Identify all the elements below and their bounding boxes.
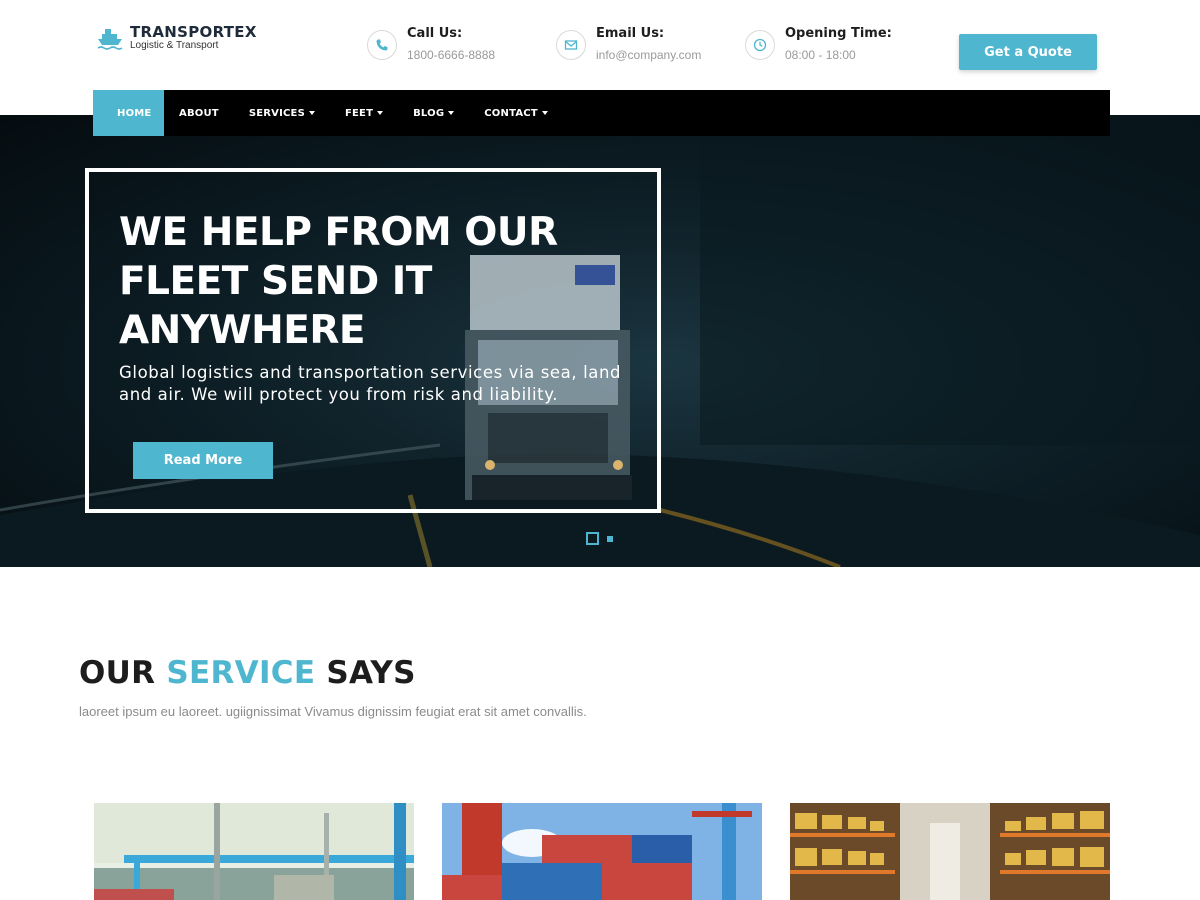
service-card-warehouse[interactable]: [790, 803, 1110, 900]
hero-description: Global logistics and transportation serv…: [119, 363, 622, 404]
nav-label: ABOUT: [179, 107, 219, 119]
services-subtitle: laoreet ipsum eu laoreet. ugiignissimat …: [79, 704, 587, 719]
main-nav: HOME ABOUT SERVICES FEET BLOG CONTACT: [93, 90, 1110, 136]
nav-item-blog[interactable]: BLOG: [398, 90, 469, 136]
contact-label: Opening Time:: [785, 26, 892, 41]
warehouse-shelves-photo: [790, 803, 1110, 900]
nav-label: SERVICES: [248, 107, 305, 119]
slider-dot[interactable]: [607, 535, 613, 542]
opening-hours: 08:00 - 18:00: [785, 48, 856, 62]
read-more-button[interactable]: Read More: [133, 442, 273, 479]
contact-call: Call Us: 1800-6666-8888: [367, 26, 495, 62]
nav-item-about[interactable]: ABOUT: [164, 90, 234, 136]
service-card-containers[interactable]: [442, 803, 762, 900]
phone-icon: [367, 30, 397, 60]
nav-item-feet[interactable]: FEET: [330, 90, 398, 136]
contact-label: Call Us:: [407, 26, 463, 41]
port-crane-photo: [94, 803, 414, 900]
slider-pagination: [586, 532, 613, 545]
envelope-icon: [556, 30, 586, 60]
ship-icon: [97, 29, 123, 50]
heading-accent: SERVICE: [166, 655, 316, 691]
nav-item-home[interactable]: HOME: [93, 90, 164, 136]
slider-dot-active[interactable]: [586, 532, 599, 545]
get-quote-button[interactable]: Get a Quote: [959, 34, 1097, 70]
contact-label: Email Us:: [596, 26, 665, 41]
email-address[interactable]: info@company.com: [596, 48, 701, 62]
nav-item-services[interactable]: SERVICES: [234, 90, 330, 136]
hero-title: WE HELP FROM OUR FLEET SEND IT ANYWHERE: [119, 210, 558, 353]
brand-tagline: Logistic & Transport: [130, 40, 219, 51]
services-heading: OUR SERVICE SAYS: [79, 655, 416, 691]
caret-down-icon: [308, 111, 315, 115]
nav-label: BLOG: [413, 107, 445, 119]
nav-label: FEET: [344, 107, 374, 119]
hero-slider: WE HELP FROM OUR FLEET SEND IT ANYWHERE …: [0, 115, 1200, 567]
caret-down-icon: [448, 111, 455, 115]
phone-number[interactable]: 1800-6666-8888: [407, 48, 495, 62]
hero-caption-box: WE HELP FROM OUR FLEET SEND IT ANYWHERE …: [85, 168, 661, 513]
nav-item-contact[interactable]: CONTACT: [469, 90, 563, 136]
shipping-containers-photo: [442, 803, 762, 900]
contact-hours: Opening Time: 08:00 - 18:00: [745, 26, 892, 62]
brand-name: TRANSPORTEX: [130, 23, 257, 41]
nav-label: CONTACT: [484, 107, 538, 119]
caret-down-icon: [377, 111, 384, 115]
contact-email: Email Us: info@company.com: [556, 26, 701, 62]
nav-label: HOME: [117, 107, 152, 119]
heading-part: OUR: [79, 655, 156, 691]
service-card-port-crane[interactable]: [94, 803, 414, 900]
caret-down-icon: [541, 111, 548, 115]
brand-logo[interactable]: TRANSPORTEX Logistic & Transport: [96, 24, 257, 52]
clock-icon: [745, 30, 775, 60]
heading-part: SAYS: [326, 655, 416, 691]
